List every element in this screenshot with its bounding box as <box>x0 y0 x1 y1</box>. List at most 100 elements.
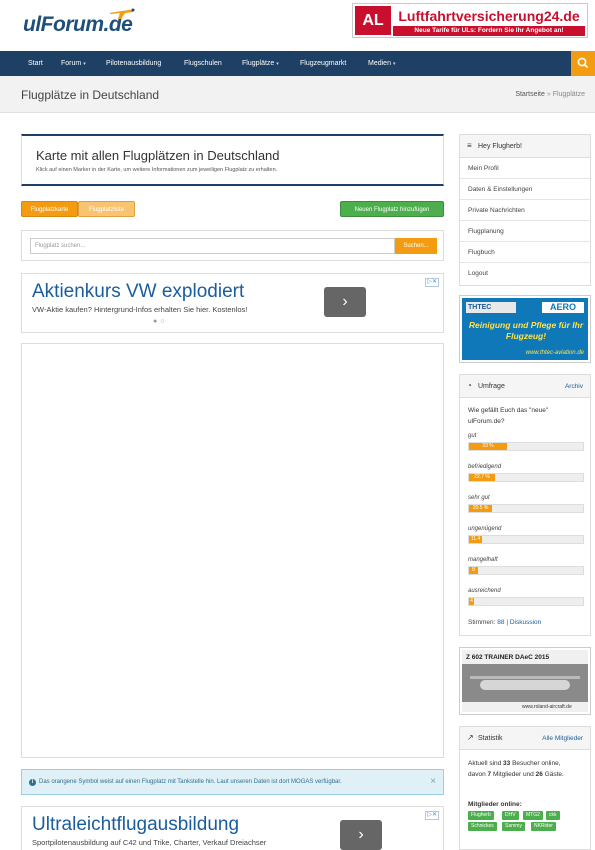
poll-title: Umfrage <box>478 383 505 390</box>
poll-bar: 8 <box>468 566 584 575</box>
ad-title[interactable]: Aktienkurs VW explodiert <box>32 281 244 303</box>
menu-icon: ≡ <box>467 141 472 150</box>
menu-item-nachrichten[interactable]: Private Nachrichten <box>460 200 590 221</box>
trainer-banner-ad[interactable]: Z 602 TRAINER DAeC 2015 www.roland-aircr… <box>459 647 591 715</box>
member-tag[interactable]: DHV <box>502 811 519 820</box>
search-button[interactable]: Suchen... <box>395 238 437 254</box>
nav-item-flugplaetze[interactable]: Flugplätze ▾ <box>242 51 279 76</box>
thtec-banner-ad[interactable]: THTEC AERO Reinigung und Pflege für Ihr … <box>459 295 591 363</box>
search-icon <box>577 57 589 69</box>
text-ad[interactable]: Aktienkurs VW explodiert VW-Aktie kaufen… <box>21 273 444 333</box>
nav-item-start[interactable]: Start <box>28 51 43 76</box>
tab-flugplatzkarte[interactable]: Flugplatzkarte <box>21 201 78 217</box>
guests-count: 26 <box>535 771 543 778</box>
poll-option-label: mangelhaft <box>468 557 498 563</box>
trainer-ad-url: www.roland-aircraft.de <box>522 704 572 710</box>
poll-bar-fill: 11.4 <box>469 536 482 543</box>
member-tag[interactable]: Schnickes <box>468 822 497 831</box>
menu-item-einstellungen[interactable]: Daten & Einstellungen <box>460 179 590 200</box>
menu-item-flugplanung[interactable]: Flugplanung <box>460 221 590 242</box>
airfield-map[interactable] <box>21 343 444 758</box>
menu-item-profil[interactable]: Mein Profil <box>460 158 590 179</box>
info-alert: i Das orangene Symbol weist auf einen Fl… <box>21 769 444 795</box>
ad-next-button[interactable]: › <box>324 287 366 317</box>
ad-next-button[interactable]: › <box>340 820 382 850</box>
poll-bar: 22.7 % <box>468 473 584 482</box>
site-logo[interactable]: ulForum.de <box>23 3 143 37</box>
plane-graphic <box>480 680 570 690</box>
breadcrumb-separator: » <box>546 91 551 98</box>
text-ad[interactable]: Ultraleichtflugausbildung Sportpilotenau… <box>21 806 444 850</box>
user-menu-box: ≡ Hey Flugherb! Mein Profil Daten & Eins… <box>459 134 591 286</box>
menu-item-flugbuch[interactable]: Flugbuch <box>460 242 590 263</box>
add-airfield-button[interactable]: Neuen Flugplatz hinzufügen <box>340 201 444 217</box>
search-panel: Flugplatz suchen... Suchen... <box>21 230 444 261</box>
poll-bar-fill: 8 <box>469 567 478 574</box>
poll-archive-link[interactable]: Archiv <box>565 383 583 390</box>
all-members-link[interactable]: Alle Mitglieder <box>542 735 583 742</box>
poll-bar-fill: 20.5 % <box>469 505 492 512</box>
nav-item-flugschulen[interactable]: Flugschulen <box>184 51 222 76</box>
page-header: Flugplätze in Deutschland Startseite » F… <box>0 76 595 113</box>
poll-box: ◔ Umfrage Archiv Wie gefällt Euch das "n… <box>459 374 591 636</box>
votes-count[interactable]: 88 <box>497 619 504 626</box>
nav-item-flugzeugmarkt[interactable]: Flugzeugmarkt <box>300 51 346 76</box>
intro-subtitle: Klick auf einen Marker in der Karte, um … <box>36 167 278 173</box>
line-chart-icon: ↗ <box>467 733 474 742</box>
page-title: Flugplätze in Deutschland <box>21 88 160 102</box>
ad-title[interactable]: Ultraleichtflugausbildung <box>32 814 239 836</box>
poll-option-label: gut <box>468 433 477 439</box>
banner-title: Luftfahrtversicherung24.de <box>398 8 580 24</box>
tab-flugplatzliste[interactable]: Flugplatzliste <box>78 201 135 217</box>
search-input[interactable]: Flugplatz suchen... <box>30 238 395 254</box>
menu-item-logout[interactable]: Logout <box>460 263 590 284</box>
user-menu-header: ≡ Hey Flugherb! <box>460 135 590 158</box>
banner-logo: AL <box>355 6 391 35</box>
stats-title: Statistik <box>478 735 503 742</box>
top-banner-ad[interactable]: AL Luftfahrtversicherung24.de Neue Tarif… <box>352 3 588 38</box>
nav-item-medien[interactable]: Medien ▾ <box>368 51 395 76</box>
intro-title: Karte mit allen Flugplätzen in Deutschla… <box>36 148 280 163</box>
votes-divider: | <box>506 619 509 626</box>
intro-panel: Karte mit allen Flugplätzen in Deutschla… <box>21 134 444 186</box>
thtec-brand-aero: AERO <box>542 302 584 313</box>
thtec-ad-image: THTEC AERO Reinigung und Pflege für Ihr … <box>462 298 588 360</box>
poll-question: Wie gefällt Euch das "neue" ulForum.de? <box>468 407 549 425</box>
poll-option-label: ausreichend <box>468 588 501 594</box>
poll-bar-fill: 33 % <box>469 443 507 450</box>
thtec-ad-text: Reinigung und Pflege für Ihr Flugzeug! <box>468 320 584 341</box>
member-tag[interactable]: NKRider <box>531 822 556 831</box>
poll-footer: Stimmen: 88 | Diskussion <box>468 619 541 626</box>
stats-text: Aktuell sind 33 Besucher online, davon 7… <box>468 760 564 778</box>
site-header: ulForum.de AL Luftfahrtversicherung24.de… <box>0 0 595 51</box>
chevron-down-icon: ▾ <box>392 61 396 67</box>
nav-search-button[interactable] <box>571 51 595 76</box>
ad-choices-icon[interactable]: ▷✕ <box>425 811 439 820</box>
ad-pagination-dots[interactable]: ●○ <box>153 318 167 325</box>
nav-item-pilotenausbildung[interactable]: Pilotenausbildung <box>106 51 161 76</box>
poll-header: ◔ Umfrage Archiv <box>460 375 590 398</box>
trainer-ad-image: Z 602 TRAINER DAeC 2015 www.roland-aircr… <box>462 650 588 712</box>
poll-option-label: sehr gut <box>468 495 490 501</box>
statistics-box: ↗ Statistik Alle Mitglieder Aktuell sind… <box>459 726 591 850</box>
pie-chart-icon: ◔ <box>467 381 472 390</box>
poll-bar-fill: 22.7 % <box>469 474 495 481</box>
poll-option-label: ungenügend <box>468 526 502 532</box>
poll-discussion-link[interactable]: Diskussion <box>510 619 541 626</box>
poll-option-label: befriedigend <box>468 464 502 470</box>
poll-bar: 33 % <box>468 442 584 451</box>
chevron-down-icon: ▾ <box>83 61 86 67</box>
member-tag[interactable]: Flugherb <box>468 811 494 820</box>
member-tag[interactable]: MTG2 <box>523 811 543 820</box>
poll-bar: 11.4 <box>468 535 584 544</box>
member-tag[interactable]: Sammy <box>502 822 525 831</box>
chevron-down-icon: ▾ <box>276 61 279 67</box>
close-icon[interactable]: × <box>430 776 436 787</box>
nav-item-forum[interactable]: Forum ▾ <box>61 51 86 76</box>
airplane-icon <box>109 8 135 19</box>
member-tag[interactable]: ckk <box>546 811 560 820</box>
votes-label: Stimmen: <box>468 619 496 626</box>
poll-bar: 20.5 % <box>468 504 584 513</box>
ad-choices-icon[interactable]: ▷✕ <box>425 278 439 287</box>
breadcrumb-home[interactable]: Startseite <box>515 91 545 98</box>
